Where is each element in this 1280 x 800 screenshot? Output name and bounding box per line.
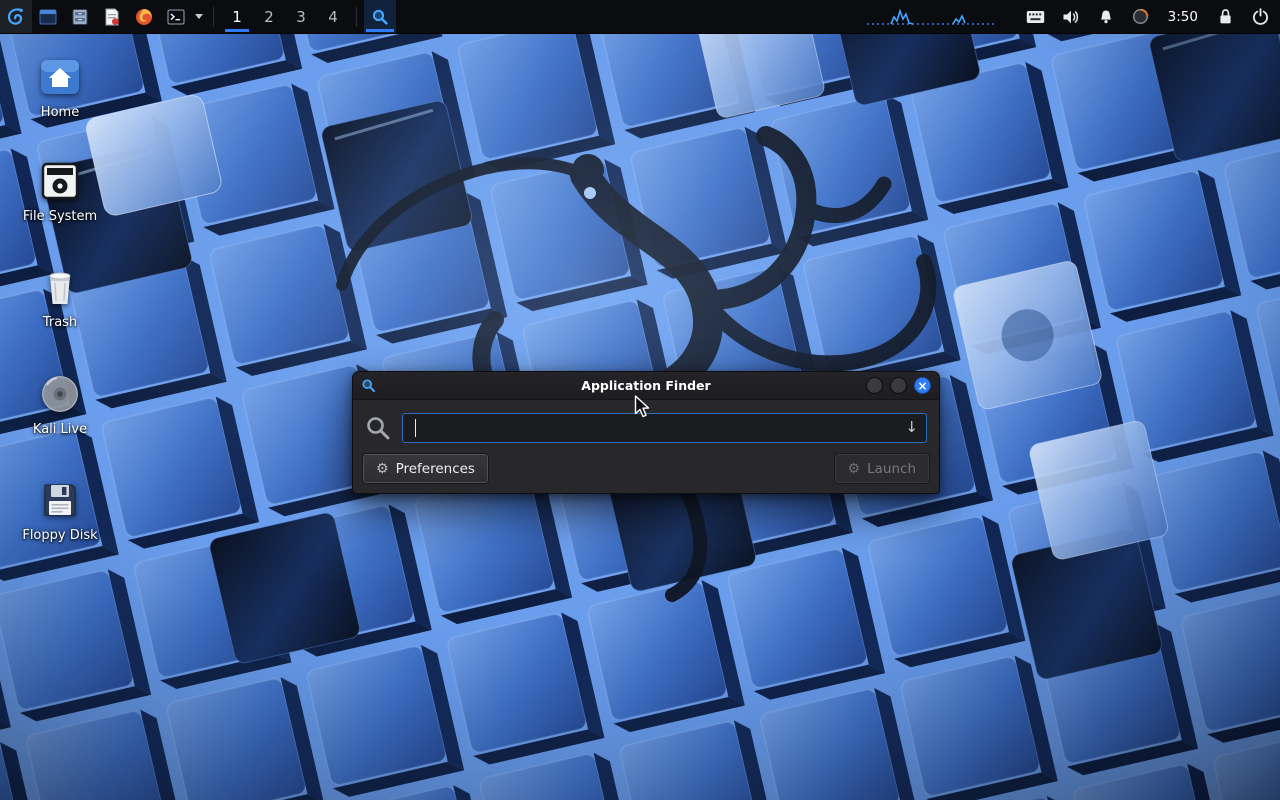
window-buttons: × — [866, 377, 931, 394]
desktop-icon-trash[interactable]: Trash — [12, 264, 108, 330]
lock-screen-button[interactable] — [1215, 0, 1235, 33]
launch-label: Launch — [867, 461, 916, 477]
desktop-icon-label: Floppy Disk — [22, 529, 97, 543]
minimize-button[interactable] — [866, 377, 883, 394]
bell-icon — [1098, 9, 1114, 25]
desktop-icon-floppy-disk[interactable]: Floppy Disk — [12, 477, 108, 543]
preferences-button[interactable]: ⚙ Preferences — [363, 454, 488, 483]
home-folder-icon — [37, 54, 83, 100]
workspace-2[interactable]: 2 — [253, 0, 285, 33]
search-row: ↓ — [365, 413, 927, 443]
application-finder-window: Application Finder × ↓ — [352, 371, 940, 494]
terminal-icon — [166, 7, 186, 27]
file-cabinet-icon — [70, 7, 90, 27]
window-icon — [38, 7, 58, 27]
workspace-1[interactable]: 1 — [221, 0, 253, 33]
search-input[interactable] — [402, 413, 927, 443]
window-title: Application Finder — [353, 378, 939, 393]
gear-icon: ⚙ — [376, 462, 389, 476]
finder-titlebar[interactable]: Application Finder × — [353, 372, 939, 400]
keyboard-layout-icon[interactable] — [1026, 0, 1046, 33]
lock-icon — [1218, 8, 1233, 25]
finder-button-row: ⚙ Preferences ⚙ Launch — [363, 454, 929, 483]
kali-logo-icon — [5, 6, 27, 28]
notifications-button[interactable] — [1096, 0, 1116, 33]
volume-button[interactable] — [1061, 0, 1081, 33]
launcher-terminal[interactable] — [160, 0, 192, 33]
desktop-icon-home[interactable]: Home — [12, 54, 108, 120]
desktop-icon-label: Home — [41, 106, 79, 120]
dropdown-arrow-icon[interactable]: ↓ — [905, 418, 918, 436]
desktop-icon-file-system[interactable]: File System — [12, 158, 108, 224]
caret-down-icon — [195, 14, 203, 19]
file-system-drive-icon — [37, 158, 83, 204]
taskbar-application-finder[interactable] — [364, 0, 396, 33]
document-icon — [102, 7, 122, 27]
desktop-icon-kali-live[interactable]: Kali Live — [12, 371, 108, 437]
top-panel: 1 2 3 4 — [0, 0, 1280, 34]
launcher-file-manager[interactable] — [64, 0, 96, 33]
launch-icon: ⚙ — [848, 462, 861, 476]
text-cursor — [415, 419, 416, 437]
trash-can-icon — [37, 264, 83, 310]
finder-body: ↓ ⚙ Preferences ⚙ Launch — [353, 400, 939, 493]
launcher-window-buttons[interactable] — [32, 0, 64, 33]
launch-button[interactable]: ⚙ Launch — [835, 454, 929, 483]
preferences-label: Preferences — [396, 461, 475, 477]
speaker-icon — [1062, 9, 1080, 25]
floppy-disk-icon — [37, 477, 83, 523]
panel-left: 1 2 3 4 — [0, 0, 396, 33]
launcher-text-editor[interactable] — [96, 0, 128, 33]
workspace-3[interactable]: 3 — [285, 0, 317, 33]
launcher-firefox[interactable] — [128, 0, 160, 33]
power-button[interactable] — [1250, 0, 1270, 33]
application-finder-icon — [361, 378, 376, 393]
recorder-indicator[interactable] — [1131, 0, 1151, 33]
system-monitor-graph[interactable] — [867, 5, 997, 29]
desktop: 1 2 3 4 — [0, 0, 1280, 800]
desktop-icon-label: File System — [23, 210, 97, 224]
recorder-icon — [1132, 8, 1149, 25]
close-button[interactable]: × — [914, 377, 931, 394]
launcher-dropdown-caret[interactable] — [192, 0, 206, 33]
desktop-icon-label: Kali Live — [33, 423, 87, 437]
kali-menu-button[interactable] — [0, 0, 32, 33]
firefox-icon — [134, 7, 154, 27]
panel-separator — [213, 7, 214, 27]
panel-right: 3:50 — [867, 0, 1280, 33]
panel-separator — [356, 7, 357, 27]
search-icon — [365, 415, 391, 441]
search-input-wrap: ↓ — [402, 413, 927, 443]
clock[interactable]: 3:50 — [1166, 0, 1200, 33]
workspace-switcher: 1 2 3 4 — [221, 0, 349, 33]
optical-disc-icon — [37, 371, 83, 417]
finder-magnifier-icon — [371, 8, 389, 26]
workspace-4[interactable]: 4 — [317, 0, 349, 33]
maximize-button[interactable] — [890, 377, 907, 394]
power-icon — [1252, 8, 1269, 25]
desktop-icon-label: Trash — [43, 316, 77, 330]
keyboard-icon — [1026, 10, 1045, 24]
